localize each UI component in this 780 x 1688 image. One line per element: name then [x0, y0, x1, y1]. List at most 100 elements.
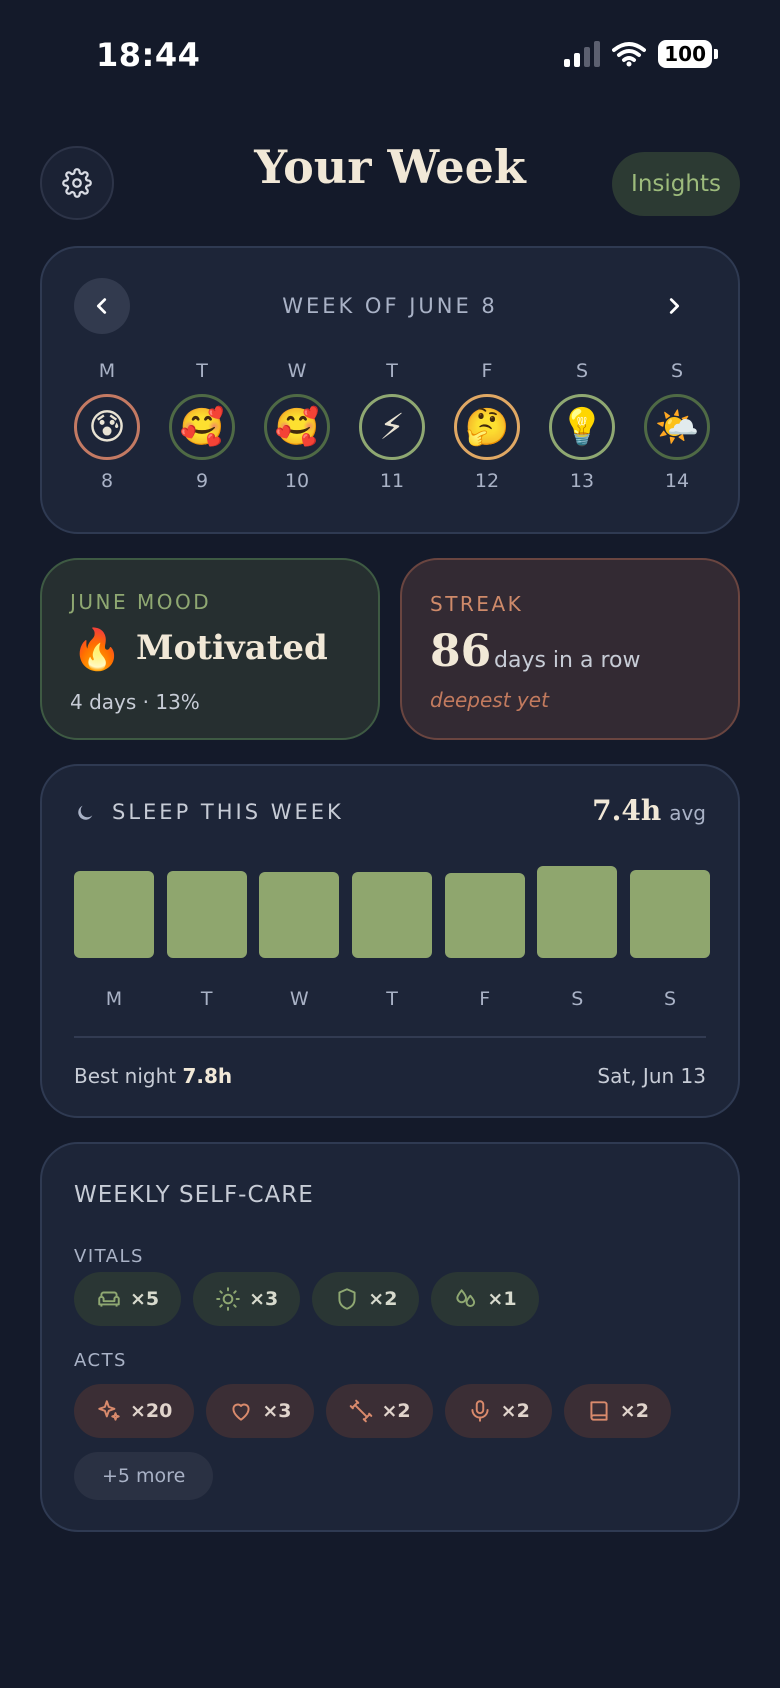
- day-number: 11: [379, 470, 405, 492]
- streak-count: 86: [430, 626, 492, 677]
- day-mood-emoji: 😰: [74, 394, 140, 460]
- sleep-card[interactable]: SLEEP THIS WEEK 7.4h avg M T W T F S S Best ni…: [40, 764, 740, 1118]
- next-week-button[interactable]: [646, 278, 702, 334]
- chip-count: ×20: [130, 1400, 173, 1422]
- acts-chips: ×20 ×3 ×2 ×2 ×2: [74, 1384, 671, 1438]
- show-more-button[interactable]: +5 more: [74, 1452, 214, 1500]
- sleep-bar: [352, 872, 432, 958]
- mood-name: Motivated: [136, 628, 328, 668]
- status-time: 18:44: [96, 36, 201, 74]
- sleep-average: 7.4h avg: [592, 794, 706, 827]
- sleep-bar: [259, 872, 340, 958]
- best-night: Best night 7.8h: [74, 1064, 232, 1088]
- day-number: 14: [664, 470, 690, 492]
- mood-label: JUNE MOOD: [70, 590, 212, 614]
- sleep-average-unit: avg: [669, 801, 706, 825]
- day-number: 9: [195, 470, 209, 492]
- day-number: 10: [284, 470, 310, 492]
- day-item[interactable]: S 💡 13: [547, 360, 617, 492]
- vital-chip-sun[interactable]: ×3: [193, 1272, 301, 1326]
- day-letter: F: [481, 360, 493, 382]
- sleep-average-value: 7.4h: [592, 794, 662, 827]
- microphone-icon: [471, 1400, 489, 1422]
- sleep-bar-chart: [74, 866, 710, 958]
- day-letter: W: [287, 360, 307, 382]
- dumbbell-icon: [349, 1399, 372, 1423]
- act-chip-voice[interactable]: ×2: [444, 1384, 552, 1438]
- day-mood-emoji: ⚡: [359, 394, 425, 460]
- streak-card[interactable]: STREAK 86 days in a row deepest yet: [400, 558, 740, 740]
- sparkles-icon: [98, 1400, 120, 1421]
- day-letter: M: [98, 360, 116, 382]
- day-number: 12: [474, 470, 500, 492]
- wifi-icon: [612, 42, 647, 67]
- fire-icon: 🔥: [72, 627, 122, 673]
- week-days: M 😰 8 T 🥰 9 W 🥰 10 T ⚡ 11 F 🤔 12 S 💡 13 S 🌤️ 14: [72, 360, 712, 492]
- vital-chip-shield[interactable]: ×2: [312, 1272, 420, 1326]
- act-chip-reading[interactable]: ×2: [563, 1384, 671, 1438]
- vitals-label: VITALS: [74, 1246, 144, 1267]
- act-chip-sparkles[interactable]: ×20: [74, 1384, 195, 1438]
- chip-count: ×3: [249, 1288, 279, 1310]
- june-mood-card[interactable]: JUNE MOOD 🔥 Motivated 4 days · 13%: [40, 558, 380, 740]
- drops-icon: [456, 1289, 476, 1307]
- day-letter: T: [386, 360, 398, 382]
- day-letter: S: [575, 360, 589, 382]
- cellular-signal-icon: [564, 41, 601, 67]
- best-night-value: 7.8h: [182, 1064, 233, 1088]
- book-icon: [590, 1401, 608, 1421]
- sofa-icon: [98, 1291, 120, 1307]
- act-chip-heart[interactable]: ×3: [206, 1384, 314, 1438]
- day-number: 13: [569, 470, 595, 492]
- day-item[interactable]: F 🤔 12: [452, 360, 522, 492]
- sleep-bar: [630, 870, 710, 958]
- self-care-card: WEEKLY SELF-CARE VITALS ×5 ×3 ×2 ×1 ACTS…: [40, 1142, 740, 1532]
- sleep-bar: [166, 871, 247, 958]
- day-mood-emoji: 🥰: [169, 394, 235, 460]
- acts-label: ACTS: [74, 1350, 127, 1371]
- sleep-bar-label: S: [571, 988, 584, 1010]
- self-care-title: WEEKLY SELF-CARE: [74, 1182, 314, 1208]
- sleep-bar: [74, 871, 154, 958]
- shield-icon: [338, 1288, 356, 1310]
- sleep-bar-label: T: [386, 988, 398, 1010]
- sleep-bar-label: F: [479, 988, 491, 1010]
- day-letter: S: [670, 360, 684, 382]
- chip-count: ×2: [368, 1288, 398, 1310]
- best-night-date: Sat, Jun 13: [597, 1064, 706, 1088]
- vital-chip-water[interactable]: ×1: [431, 1272, 539, 1326]
- chevron-right-icon: [669, 298, 680, 314]
- day-item[interactable]: W 🥰 10: [262, 360, 332, 492]
- battery-icon: 100: [658, 40, 718, 68]
- day-item[interactable]: M 😰 8: [72, 360, 142, 492]
- insights-button[interactable]: Insights: [612, 152, 740, 216]
- day-mood-emoji: 🥰: [264, 394, 330, 460]
- vital-chip-rest[interactable]: ×5: [74, 1272, 182, 1326]
- sleep-title: SLEEP THIS WEEK: [112, 800, 344, 824]
- day-item[interactable]: T 🥰 9: [167, 360, 237, 492]
- act-chip-exercise[interactable]: ×2: [325, 1384, 433, 1438]
- day-number: 8: [100, 470, 114, 492]
- streak-note: deepest yet: [430, 688, 549, 712]
- chip-count: ×3: [262, 1400, 292, 1422]
- divider: [74, 1036, 706, 1038]
- heart-icon: [232, 1403, 250, 1421]
- day-item[interactable]: S 🌤️ 14: [642, 360, 712, 492]
- day-letter: T: [196, 360, 208, 382]
- battery-level: 100: [658, 40, 712, 68]
- day-item[interactable]: T ⚡ 11: [357, 360, 427, 492]
- chip-count: ×2: [500, 1400, 530, 1422]
- sleep-bar-label: S: [663, 988, 677, 1010]
- chip-count: ×1: [487, 1288, 517, 1310]
- sleep-bar-label: W: [289, 988, 309, 1010]
- mood-summary: 4 days · 13%: [70, 690, 200, 714]
- sleep-bar-labels: MTWTFSS: [74, 988, 710, 1012]
- sleep-bar: [444, 873, 525, 958]
- chip-count: ×5: [130, 1288, 160, 1310]
- week-label: WEEK OF JUNE 8: [282, 294, 498, 318]
- moon-icon: [78, 805, 93, 820]
- sleep-bar: [537, 866, 618, 958]
- day-mood-emoji: 💡: [549, 394, 615, 460]
- best-night-label: Best night: [74, 1064, 177, 1088]
- day-mood-emoji: 🤔: [454, 394, 520, 460]
